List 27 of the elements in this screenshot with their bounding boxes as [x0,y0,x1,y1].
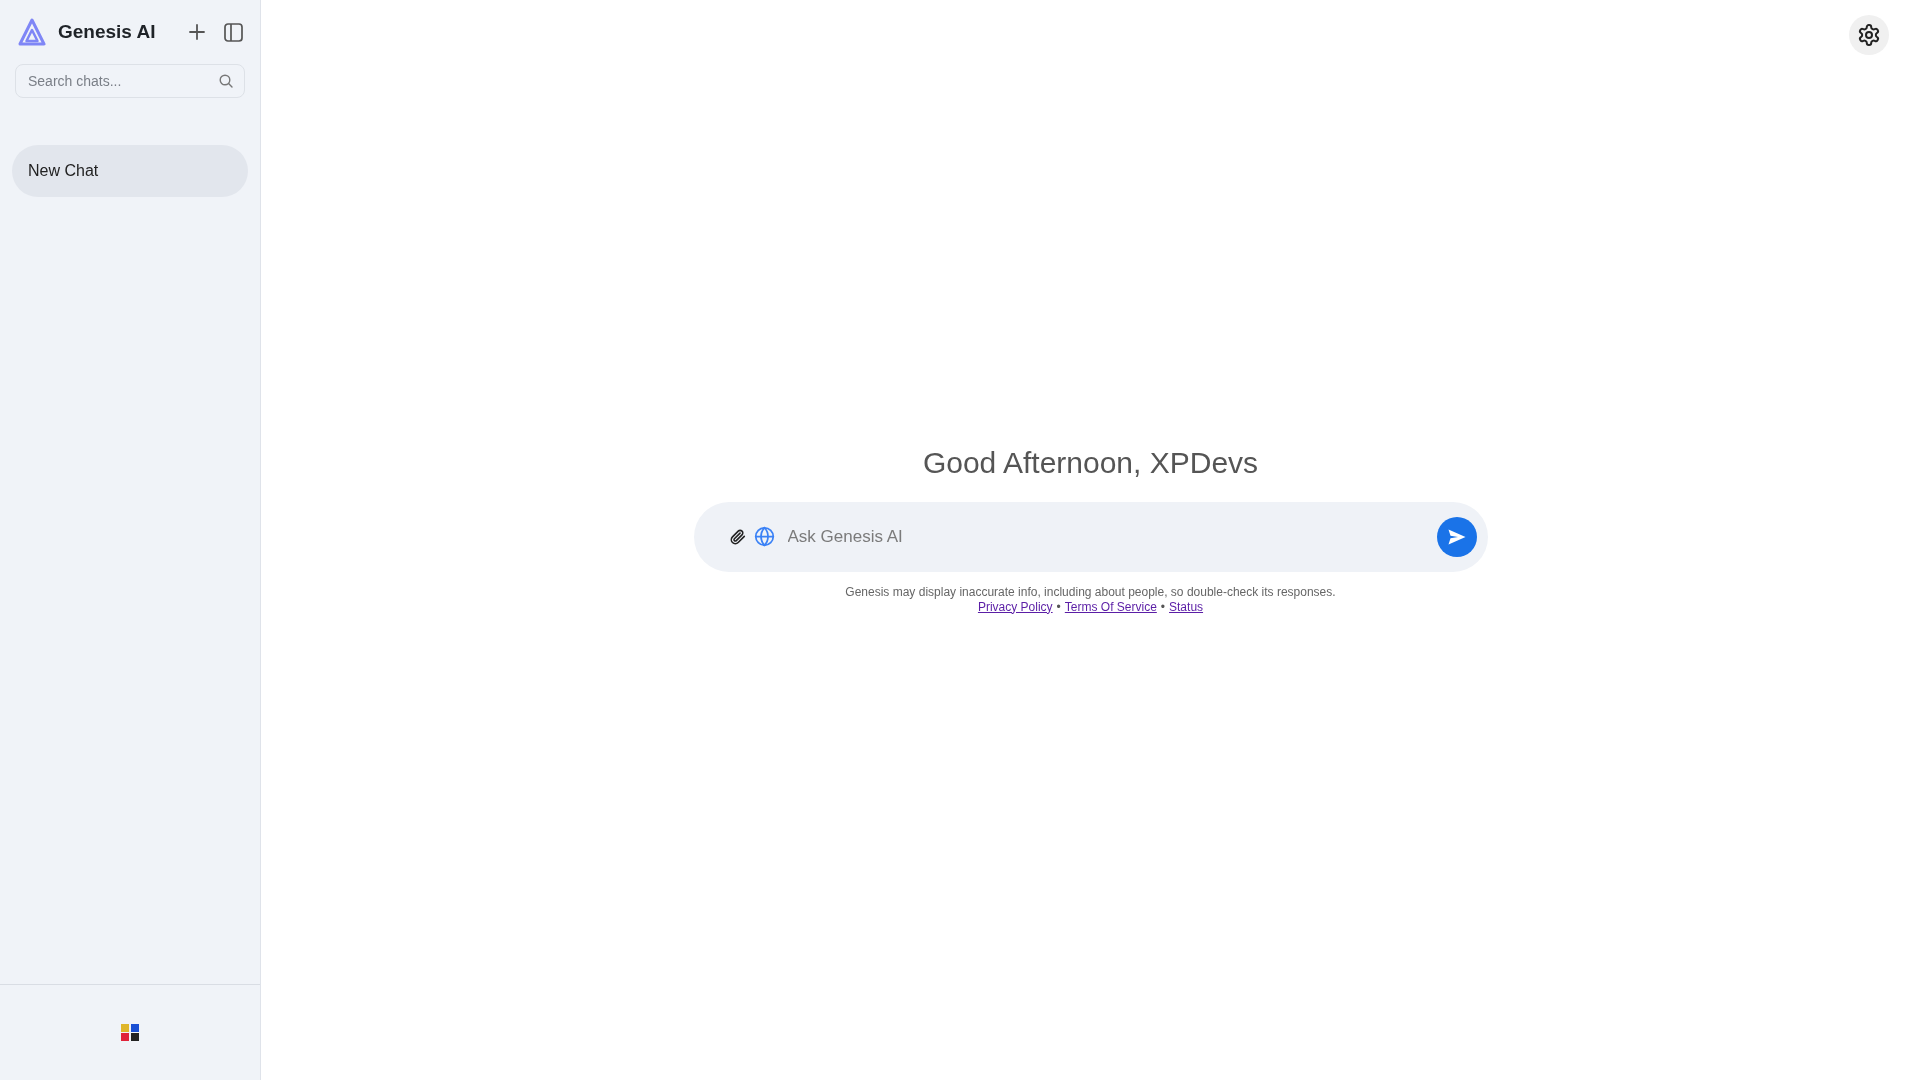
app-title: Genesis AI [58,19,156,44]
attach-button[interactable] [728,527,747,546]
greeting-heading: Good Afternoon, XPDevs [922,444,1259,481]
triangle-logo-icon [18,18,46,46]
search-field[interactable]: Search chats... [15,64,245,98]
disclaimer-text: Genesis may display inaccurate info, including about people, so double-check its responses. [845,584,1336,600]
send-button[interactable] [1436,516,1477,557]
footer-link[interactable]: Terms Of Service [1064,599,1157,615]
bullet-separator: • [1056,599,1061,615]
globe-icon [754,526,775,547]
web-search-button[interactable] [753,525,776,548]
sidebar-panel-icon [223,22,243,42]
squares-logo-icon [121,1024,139,1041]
footer-link[interactable]: Privacy Policy [977,599,1053,615]
settings-icon [1857,23,1881,47]
message-input[interactable]: Ask Genesis AI [787,516,1437,557]
new-chat-button[interactable] [186,21,208,43]
chat-list-item[interactable]: New Chat [12,145,248,197]
paperclip-icon [729,528,746,545]
plus-icon [188,23,206,41]
footer-link[interactable]: Status [1169,599,1204,615]
message-field[interactable]: Ask Genesis AI [693,501,1488,572]
search-icon [219,74,233,88]
bullet-separator: • [1160,599,1166,615]
toggle-sidebar-button[interactable] [222,21,244,43]
settings-button[interactable] [1849,15,1889,55]
send-icon [1447,528,1466,545]
